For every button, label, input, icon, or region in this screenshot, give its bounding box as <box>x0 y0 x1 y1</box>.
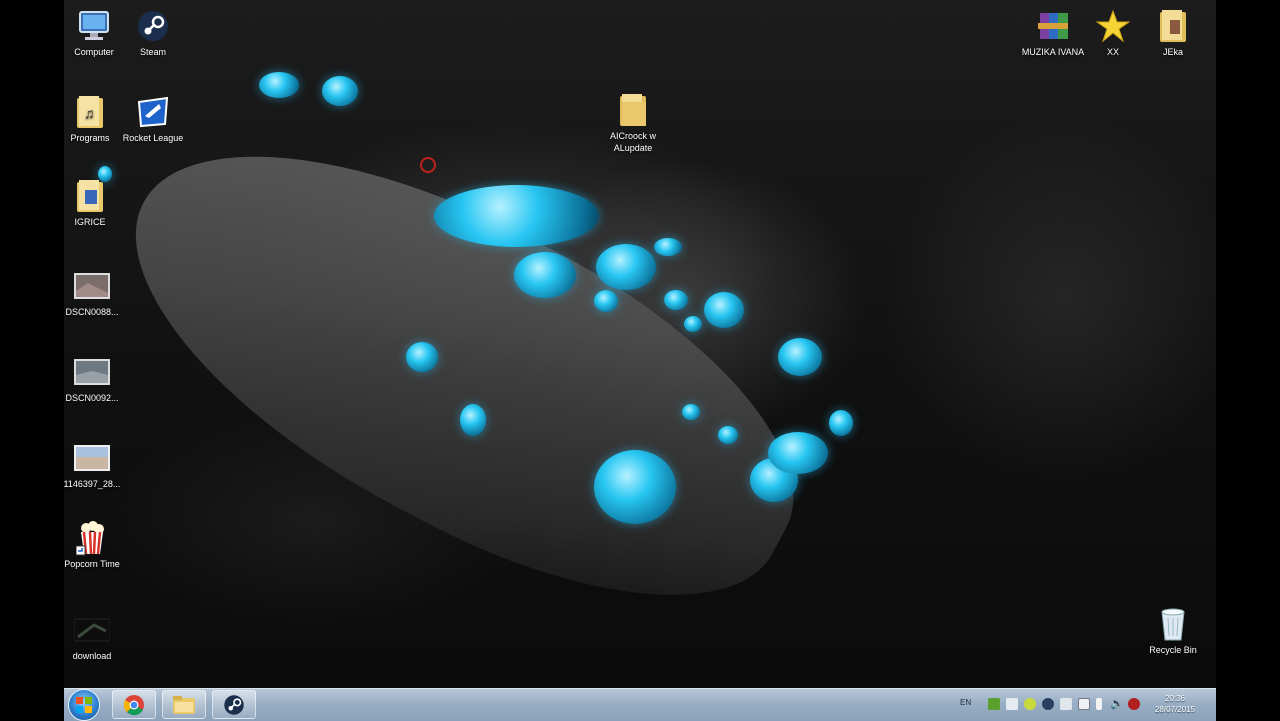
steam-icon <box>224 694 244 715</box>
clock-time: 20:36 <box>1164 694 1186 703</box>
cursor-highlight <box>420 157 436 173</box>
desktop-icon-steam[interactable]: Steam <box>118 8 188 58</box>
wallpaper-droplet <box>596 244 656 290</box>
svg-text:♫: ♫ <box>84 105 95 121</box>
wallpaper-droplet <box>682 404 700 420</box>
desktop-icon-programs[interactable]: ♫ Programs <box>64 94 125 144</box>
chrome-icon <box>123 694 144 715</box>
clock[interactable]: 20:36 28/07/2015 <box>1140 693 1210 715</box>
photo-icon <box>74 268 110 304</box>
wallpaper-droplet <box>778 338 822 376</box>
wallpaper-droplet <box>406 342 438 372</box>
desktop-icon-label: Popcorn Time <box>64 559 120 569</box>
wallpaper-droplet <box>704 292 744 328</box>
clock-date: 28/07/2015 <box>1154 705 1196 714</box>
steam-tray-icon[interactable] <box>1042 698 1054 710</box>
desktop-icon-label: Programs <box>70 133 110 143</box>
desktop-icon-download[interactable]: download <box>64 612 127 662</box>
wallpaper-droplet <box>594 450 676 524</box>
desktop-icon-aicroock[interactable]: AICroock w ALupdate <box>598 92 668 154</box>
desktop-icon-recycle-bin[interactable]: Recycle Bin <box>1138 606 1208 656</box>
wallpaper-droplet <box>594 290 618 312</box>
recycle-bin-icon <box>1155 606 1191 642</box>
wallpaper-droplet <box>514 252 576 298</box>
start-button[interactable] <box>68 689 100 721</box>
desktop-icon-dscn0088[interactable]: DSCN0088... <box>64 268 127 318</box>
desktop-icon-label: DSCN0088... <box>65 307 119 317</box>
wallpaper-leaf <box>73 70 850 673</box>
desktop-icon-1146397[interactable]: 1146397_28... <box>64 440 127 490</box>
desktop-icon-igrice[interactable]: IGRICE <box>64 178 125 228</box>
desktop-icon-label: Recycle Bin <box>1149 645 1197 655</box>
folder-icon <box>1155 8 1191 44</box>
action-center-flag-icon[interactable] <box>1096 698 1102 710</box>
wallpaper-droplet <box>684 316 702 332</box>
wallpaper-droplet <box>664 290 688 310</box>
folder-icon <box>72 178 108 214</box>
desktop-icon-label: Steam <box>139 47 166 57</box>
star-icon <box>1095 8 1131 44</box>
desktop-icon-label: Rocket League <box>122 133 184 143</box>
desktop-icon-jeka[interactable]: JEka <box>1138 8 1208 58</box>
taskbar: EN 🔈 20:36 28/07/2015 <box>64 688 1216 721</box>
desktop-icon-dscn0092[interactable]: DSCN0092... <box>64 354 127 404</box>
desktop-icon-popcorn-time[interactable]: Popcorn Time <box>64 520 127 570</box>
taskbar-chrome-button[interactable] <box>112 690 156 719</box>
rocket-league-icon <box>135 94 171 130</box>
network-tray-icon[interactable] <box>1006 698 1018 710</box>
image-file-icon <box>74 612 110 648</box>
desktop-icon-label: AICroock w ALupdate <box>609 131 656 153</box>
monitor-tray-icon[interactable] <box>1078 698 1090 710</box>
steam-icon <box>135 8 171 44</box>
language-indicator[interactable]: EN <box>960 698 971 707</box>
wallpaper-droplet <box>460 404 486 436</box>
computer-icon <box>76 8 112 44</box>
desktop-icon-label: JEka <box>1162 47 1183 57</box>
taskbar-steam-button[interactable] <box>212 690 256 719</box>
wallpaper-droplet <box>654 238 682 256</box>
desktop-icon-label: IGRICE <box>74 217 106 227</box>
wallpaper-droplet <box>829 410 853 436</box>
volume-icon[interactable]: 🔈 <box>1110 698 1124 710</box>
desktop-icon-rocket-league[interactable]: Rocket League <box>118 94 188 144</box>
tray-icon[interactable] <box>1024 698 1036 710</box>
popcorn-time-icon <box>74 520 110 556</box>
folder-icon: ♫ <box>72 94 108 130</box>
photo-icon <box>74 354 110 390</box>
desktop-icon-label: download <box>72 651 112 661</box>
nvidia-tray-icon[interactable] <box>988 698 1000 710</box>
wallpaper-droplet <box>259 72 299 98</box>
desktop: Computer Steam ♫ Programs Rocket League … <box>64 0 1216 720</box>
tray-icon[interactable] <box>1060 698 1072 710</box>
desktop-icon-label: 1146397_28... <box>64 479 121 489</box>
wallpaper-droplet <box>768 432 828 474</box>
wallpaper-droplet <box>434 185 599 247</box>
desktop-icon-label: DSCN0092... <box>65 393 119 403</box>
folder-icon <box>173 695 195 714</box>
wallpaper-droplet <box>718 426 738 444</box>
taskbar-explorer-button[interactable] <box>162 690 206 719</box>
windows-logo-icon <box>76 697 92 713</box>
photo-icon <box>74 440 110 476</box>
folder-icon <box>615 92 651 128</box>
recording-tray-icon[interactable] <box>1128 698 1140 710</box>
winrar-archive-icon <box>1035 8 1071 44</box>
wallpaper-droplet <box>322 76 358 106</box>
